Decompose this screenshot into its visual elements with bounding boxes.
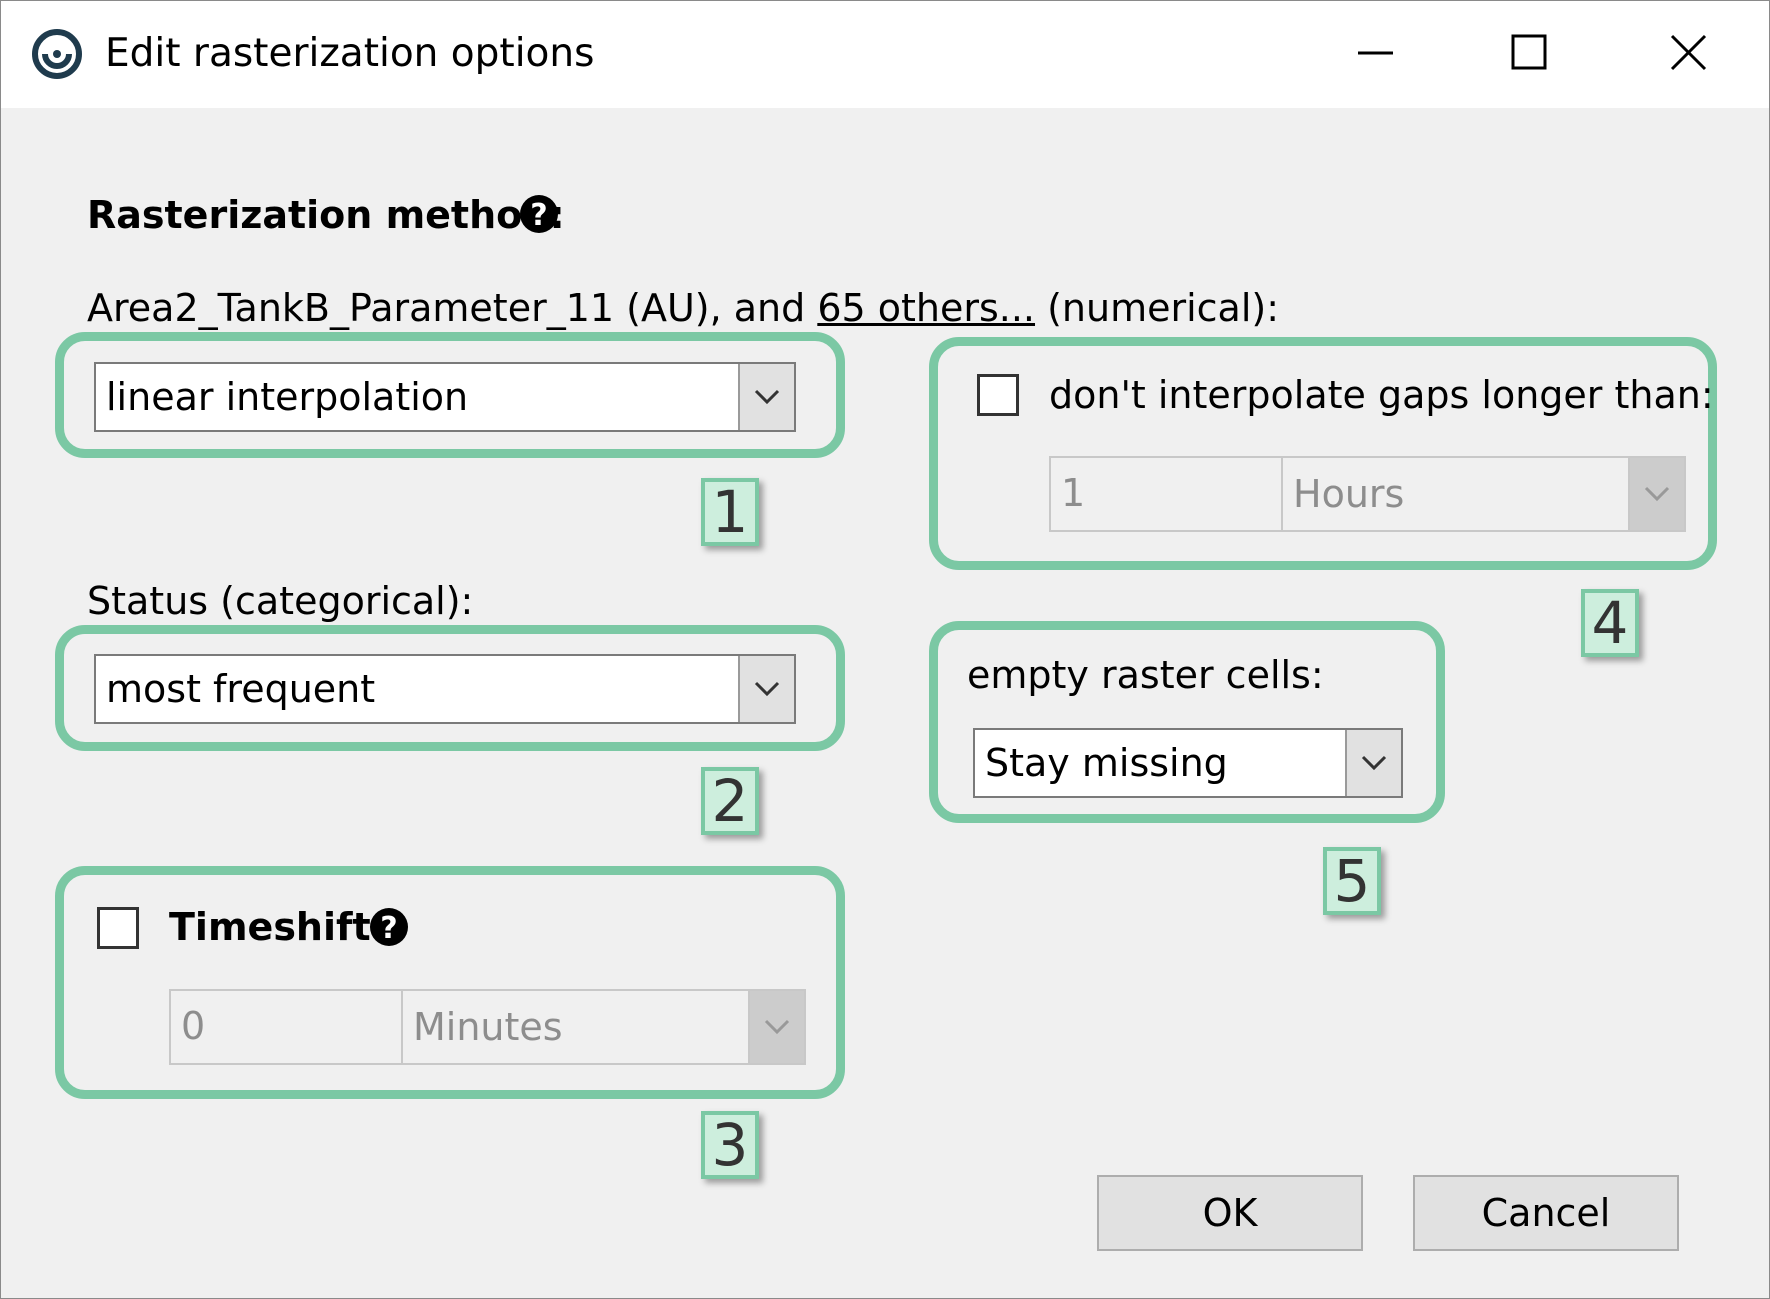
gap-unit-dropdown-arrow: [1628, 458, 1684, 530]
others-link[interactable]: 65 others...: [817, 286, 1035, 330]
callout-badge-5: 5: [1323, 847, 1381, 915]
maximize-button[interactable]: [1456, 1, 1606, 108]
timeshift-unit-value: Minutes: [413, 1005, 563, 1049]
chevron-down-icon: [764, 1019, 790, 1035]
svg-text:?: ?: [530, 198, 547, 233]
timeshift-value-input: 0: [169, 989, 403, 1065]
help-icon[interactable]: ?: [369, 907, 409, 947]
categorical-method-dropdown-arrow[interactable]: [738, 656, 794, 722]
ok-button[interactable]: OK: [1097, 1175, 1363, 1251]
window-title: Edit rasterization options: [105, 31, 595, 76]
cancel-button[interactable]: Cancel: [1413, 1175, 1679, 1251]
svg-text:?: ?: [380, 911, 397, 946]
chevron-down-icon: [754, 389, 780, 405]
rasterization-dialog: Edit rasterization options Rasterization…: [0, 0, 1770, 1299]
close-button[interactable]: [1613, 1, 1763, 108]
minimize-button[interactable]: [1301, 1, 1451, 108]
numerical-method-dropdown-arrow[interactable]: [738, 364, 794, 430]
numerical-method-value: linear interpolation: [106, 375, 469, 419]
gap-limit-checkbox[interactable]: [977, 374, 1019, 416]
close-icon: [1670, 34, 1707, 71]
timeshift-value: 0: [181, 1004, 206, 1048]
timeshift-label: Timeshift: [169, 905, 371, 949]
chevron-down-icon: [754, 681, 780, 697]
gap-value-input: 1: [1049, 456, 1283, 532]
chevron-down-icon: [1361, 755, 1387, 771]
chevron-down-icon: [1644, 486, 1670, 502]
gap-unit-select: Hours: [1281, 456, 1686, 532]
numerical-label-suffix: (numerical):: [1035, 286, 1280, 330]
empty-cells-value: Stay missing: [985, 741, 1228, 785]
empty-cells-dropdown-arrow[interactable]: [1345, 730, 1401, 796]
categorical-parameter-label: Status (categorical):: [87, 579, 474, 623]
title-bar: Edit rasterization options: [1, 1, 1769, 108]
timeshift-checkbox[interactable]: [97, 907, 139, 949]
timeshift-unit-dropdown-arrow: [748, 991, 804, 1063]
rasterization-method-heading: Rasterization method:: [87, 193, 565, 237]
empty-cells-label: empty raster cells:: [967, 653, 1324, 697]
numerical-parameter-label: Area2_TankB_Parameter_11 (AU), and 65 ot…: [87, 284, 1279, 332]
empty-cells-select[interactable]: Stay missing: [973, 728, 1403, 798]
gap-unit-value: Hours: [1293, 472, 1405, 516]
categorical-method-select[interactable]: most frequent: [94, 654, 796, 724]
callout-badge-1: 1: [701, 478, 759, 546]
numerical-method-select[interactable]: linear interpolation: [94, 362, 796, 432]
gap-limit-label: don't interpolate gaps longer than:: [1049, 373, 1714, 417]
callout-badge-2: 2: [701, 767, 759, 835]
minimize-icon: [1358, 51, 1393, 55]
categorical-method-value: most frequent: [106, 667, 376, 711]
help-icon[interactable]: ?: [519, 194, 559, 234]
callout-badge-4: 4: [1581, 589, 1639, 657]
maximize-icon: [1511, 34, 1547, 70]
numerical-label-prefix: Area2_TankB_Parameter_11 (AU), and: [87, 286, 818, 330]
callout-badge-3: 3: [701, 1111, 759, 1179]
timeshift-unit-select: Minutes: [401, 989, 806, 1065]
app-logo-icon: [32, 29, 82, 79]
gap-value: 1: [1061, 471, 1086, 515]
